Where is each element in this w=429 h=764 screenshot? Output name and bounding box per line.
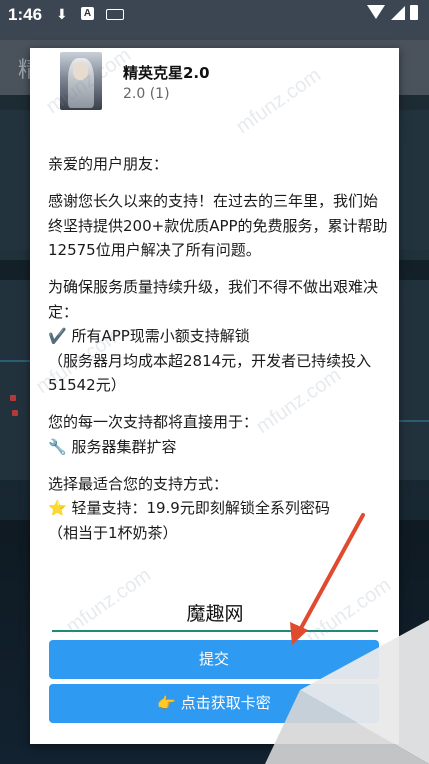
message-paragraph: 选择最适合您的支持方式： ⭐ 轻量支持：19.9元即刻解锁全系列密码 （相当于1… — [48, 474, 330, 542]
app-version: 2.0 (1) — [123, 86, 170, 102]
background-dot — [12, 410, 18, 416]
unlock-dialog: 精英克星2.0 2.0 (1) 亲爱的用户朋友： 感谢您长久以来的支持！在过去的… — [30, 48, 399, 744]
message-paragraph: 亲爱的用户朋友： — [48, 155, 169, 173]
background-panel — [0, 110, 30, 250]
background-line — [399, 420, 429, 422]
background-panel — [399, 110, 429, 250]
message-paragraph: 您的每一次支持都将直接用于： 🔧 服务器集群扩容 — [48, 413, 259, 456]
keyboard-icon — [106, 9, 124, 20]
submit-button[interactable]: 提交 — [49, 640, 379, 679]
app-name: 精英克星2.0 — [123, 64, 210, 82]
background-panel — [0, 280, 30, 480]
background-line — [0, 360, 30, 362]
wifi-icon — [367, 5, 385, 19]
signal-icon — [391, 6, 405, 20]
code-input[interactable] — [52, 594, 378, 632]
battery-icon — [410, 5, 418, 20]
message-paragraph: 感谢您长久以来的支持！在过去的三年里，我们始终坚持提供200+款优质APP的免费… — [48, 192, 388, 259]
background-dot — [10, 395, 16, 401]
get-code-button[interactable]: 👉 点击获取卡密 — [49, 684, 379, 723]
app-icon — [60, 52, 102, 110]
message-paragraph: 为确保服务质量持续升级，我们不得不做出艰难决定： ✔️ 所有APP现需小额支持解… — [48, 278, 379, 394]
message-body: 亲爱的用户朋友： 感谢您长久以来的支持！在过去的三年里，我们始终坚持提供200+… — [48, 152, 388, 558]
download-icon: ⬇ — [56, 6, 68, 22]
background-panel — [399, 280, 429, 480]
a-badge-icon: A — [81, 7, 94, 20]
status-bar: 1:46 ⬇ A — [0, 0, 429, 30]
status-time: 1:46 — [8, 5, 43, 24]
